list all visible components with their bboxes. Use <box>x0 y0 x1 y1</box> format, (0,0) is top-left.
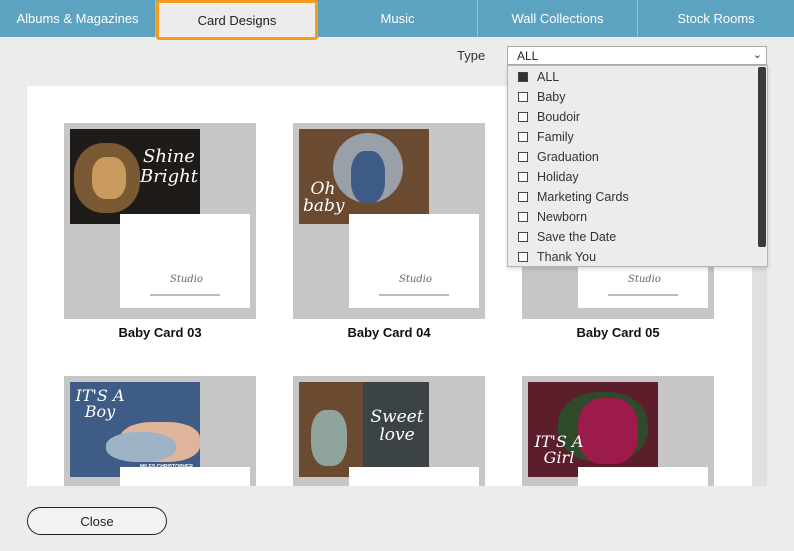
card-back: Studio <box>349 214 479 308</box>
card-photo: IT'S A Boy MILES CHRISTOPHER <box>70 382 200 477</box>
checkbox-icon <box>518 192 528 202</box>
card-back <box>349 467 479 486</box>
checkbox-icon <box>518 92 528 102</box>
type-select-value: ALL <box>517 48 539 63</box>
card-item[interactable]: Sweet love <box>293 376 485 486</box>
card-item[interactable]: Shine Bright Studio Baby Card 03 <box>64 123 256 340</box>
option-label: Marketing Cards <box>537 190 629 204</box>
checkbox-icon <box>518 232 528 242</box>
option-label: Newborn <box>537 210 588 224</box>
card-photo: Shine Bright <box>70 129 200 224</box>
checkbox-icon <box>518 112 528 122</box>
option-label: Holiday <box>537 170 579 184</box>
option-label: Family <box>537 130 574 144</box>
card-thumbnail: Oh baby Studio <box>293 123 485 319</box>
card-photo-text: Sweet love <box>370 407 424 445</box>
close-button[interactable]: Close <box>27 507 167 535</box>
type-label: Type <box>457 48 486 63</box>
tab-stock-rooms[interactable]: Stock Rooms <box>638 0 794 37</box>
card-back <box>120 467 250 486</box>
card-title: Baby Card 03 <box>118 325 202 340</box>
type-option-holiday[interactable]: Holiday <box>508 167 767 187</box>
tab-albums-magazines[interactable]: Albums & Magazines <box>0 0 156 37</box>
card-photo-text: IT'S A Boy <box>75 386 125 421</box>
card-photo: Sweet love <box>299 382 429 477</box>
option-label: Graduation <box>537 150 599 164</box>
option-label: Boudoir <box>537 110 581 124</box>
card-photo: IT'S A Girl <box>528 382 658 477</box>
studio-logo: Studio <box>399 274 432 285</box>
option-label: ALL <box>537 70 560 84</box>
checkbox-icon <box>518 132 528 142</box>
card-back <box>578 467 708 486</box>
option-label: Thank You <box>537 250 597 264</box>
type-option-thank-you[interactable]: Thank You <box>508 247 767 267</box>
card-thumbnail: Sweet love <box>293 376 485 486</box>
card-photo-text: Shine Bright <box>140 146 198 187</box>
tab-music[interactable]: Music <box>318 0 478 37</box>
checkbox-icon <box>518 212 528 222</box>
card-item[interactable]: IT'S A Girl <box>522 376 714 486</box>
tab-bar: Albums & Magazines Card Designs Music Wa… <box>0 0 794 40</box>
card-photo-text: Oh baby <box>303 179 345 216</box>
card-photo: Oh baby <box>299 129 429 224</box>
type-select[interactable]: ALL ⌄ <box>507 46 767 65</box>
tab-card-designs[interactable]: Card Designs <box>156 0 318 40</box>
type-option-graduation[interactable]: Graduation <box>508 147 767 167</box>
type-dropdown-list: ALL Baby Boudoir Family Graduation Holid… <box>507 65 768 267</box>
card-item[interactable]: IT'S A Boy MILES CHRISTOPHER <box>64 376 256 486</box>
tab-wall-collections[interactable]: Wall Collections <box>478 0 638 37</box>
checkbox-icon <box>518 152 528 162</box>
checkbox-icon <box>518 252 528 262</box>
chevron-down-icon: ⌄ <box>752 49 762 61</box>
card-back: Studio <box>120 214 250 308</box>
card-thumbnail: Shine Bright Studio <box>64 123 256 319</box>
card-item[interactable]: Oh baby Studio Baby Card 04 <box>293 123 485 340</box>
option-label: Save the Date <box>537 230 617 244</box>
studio-logo: Studio <box>628 274 661 285</box>
card-title: Baby Card 04 <box>347 325 431 340</box>
type-option-boudoir[interactable]: Boudoir <box>508 107 767 127</box>
type-option-all[interactable]: ALL <box>508 67 767 87</box>
type-option-baby[interactable]: Baby <box>508 87 767 107</box>
studio-logo: Studio <box>170 274 203 285</box>
card-thumbnail: IT'S A Boy MILES CHRISTOPHER <box>64 376 256 486</box>
card-title: Baby Card 05 <box>576 325 660 340</box>
type-option-newborn[interactable]: Newborn <box>508 207 767 227</box>
option-label: Baby <box>537 90 566 104</box>
type-option-marketing-cards[interactable]: Marketing Cards <box>508 187 767 207</box>
checkbox-icon <box>518 172 528 182</box>
card-thumbnail: IT'S A Girl <box>522 376 714 486</box>
type-option-save-the-date[interactable]: Save the Date <box>508 227 767 247</box>
checkbox-icon <box>518 72 528 82</box>
card-photo-text: IT'S A Girl <box>534 432 584 467</box>
dropdown-scrollbar[interactable] <box>758 67 766 247</box>
type-option-family[interactable]: Family <box>508 127 767 147</box>
